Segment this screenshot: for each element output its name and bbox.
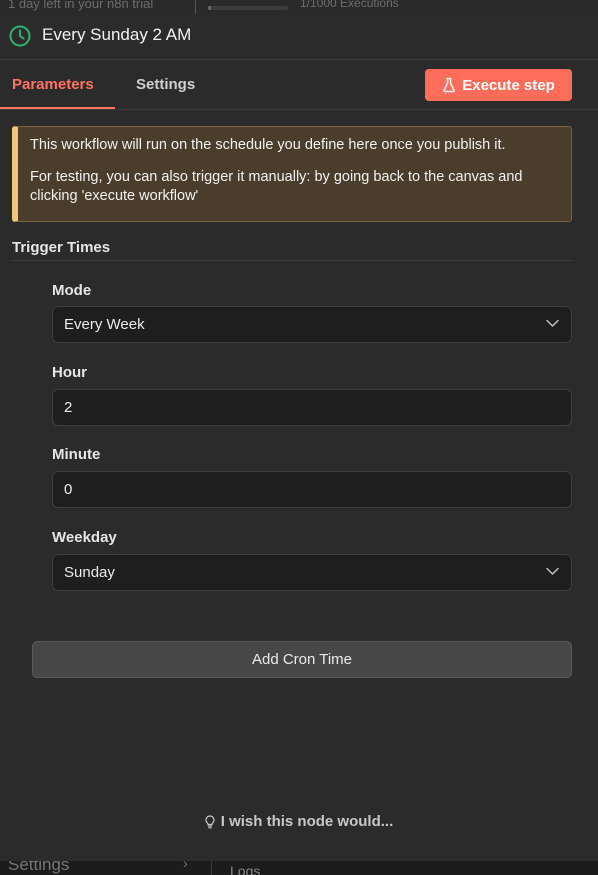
tab-bar: Parameters Settings Execute step	[0, 60, 598, 110]
node-title[interactable]: Every Sunday 2 AM	[42, 25, 191, 45]
feedback-link[interactable]: I wish this node would...	[0, 813, 598, 830]
panel-header: Every Sunday 2 AM	[0, 14, 598, 60]
clock-icon	[9, 25, 31, 47]
mode-value: Every Week	[64, 316, 145, 333]
weekday-value: Sunday	[64, 564, 115, 581]
logs-label: Logs	[230, 863, 261, 875]
mode-label: Mode	[52, 282, 92, 299]
add-cron-time-button[interactable]: Add Cron Time	[32, 641, 572, 678]
execute-step-button[interactable]: Execute step	[425, 69, 572, 101]
mode-select[interactable]: Every Week	[52, 306, 572, 343]
schedule-notice: This workflow will run on the schedule y…	[12, 126, 572, 222]
notice-line-1: This workflow will run on the schedule y…	[30, 137, 506, 153]
minute-input[interactable]	[52, 471, 572, 508]
hour-label: Hour	[52, 364, 87, 381]
active-tab-indicator	[0, 107, 115, 109]
execute-step-label: Execute step	[462, 76, 555, 94]
executions-progress-fill	[208, 6, 212, 10]
sidebar-settings-label: Settings	[8, 861, 70, 874]
trial-text: 1 day left in your n8n trial	[8, 0, 154, 11]
flask-icon	[443, 77, 456, 93]
tab-parameters[interactable]: Parameters	[12, 76, 94, 93]
executions-count: 1/1000 Executions	[300, 0, 399, 10]
background-footer: Settings › Logs	[0, 861, 598, 875]
weekday-label: Weekday	[52, 529, 117, 546]
weekday-select[interactable]: Sunday	[52, 554, 572, 591]
banner-divider	[195, 0, 196, 14]
executions-progress-bar	[208, 6, 288, 10]
section-divider	[12, 260, 572, 261]
footer-divider	[211, 861, 212, 875]
trial-banner: 1 day left in your n8n trial 1/1000 Exec…	[0, 0, 598, 14]
hour-input[interactable]	[52, 389, 572, 426]
chevron-down-icon	[546, 319, 559, 327]
chevron-down-icon	[546, 567, 559, 575]
chevron-right-icon: ›	[183, 861, 188, 871]
feedback-text: I wish this node would...	[220, 813, 394, 830]
notice-line-2: For testing, you can also trigger it man…	[30, 169, 523, 204]
node-details-panel: Every Sunday 2 AM Parameters Settings Ex…	[0, 14, 598, 861]
tab-settings[interactable]: Settings	[136, 76, 195, 93]
trigger-times-heading: Trigger Times	[12, 239, 111, 256]
lightbulb-icon	[205, 814, 215, 828]
minute-label: Minute	[52, 446, 101, 463]
